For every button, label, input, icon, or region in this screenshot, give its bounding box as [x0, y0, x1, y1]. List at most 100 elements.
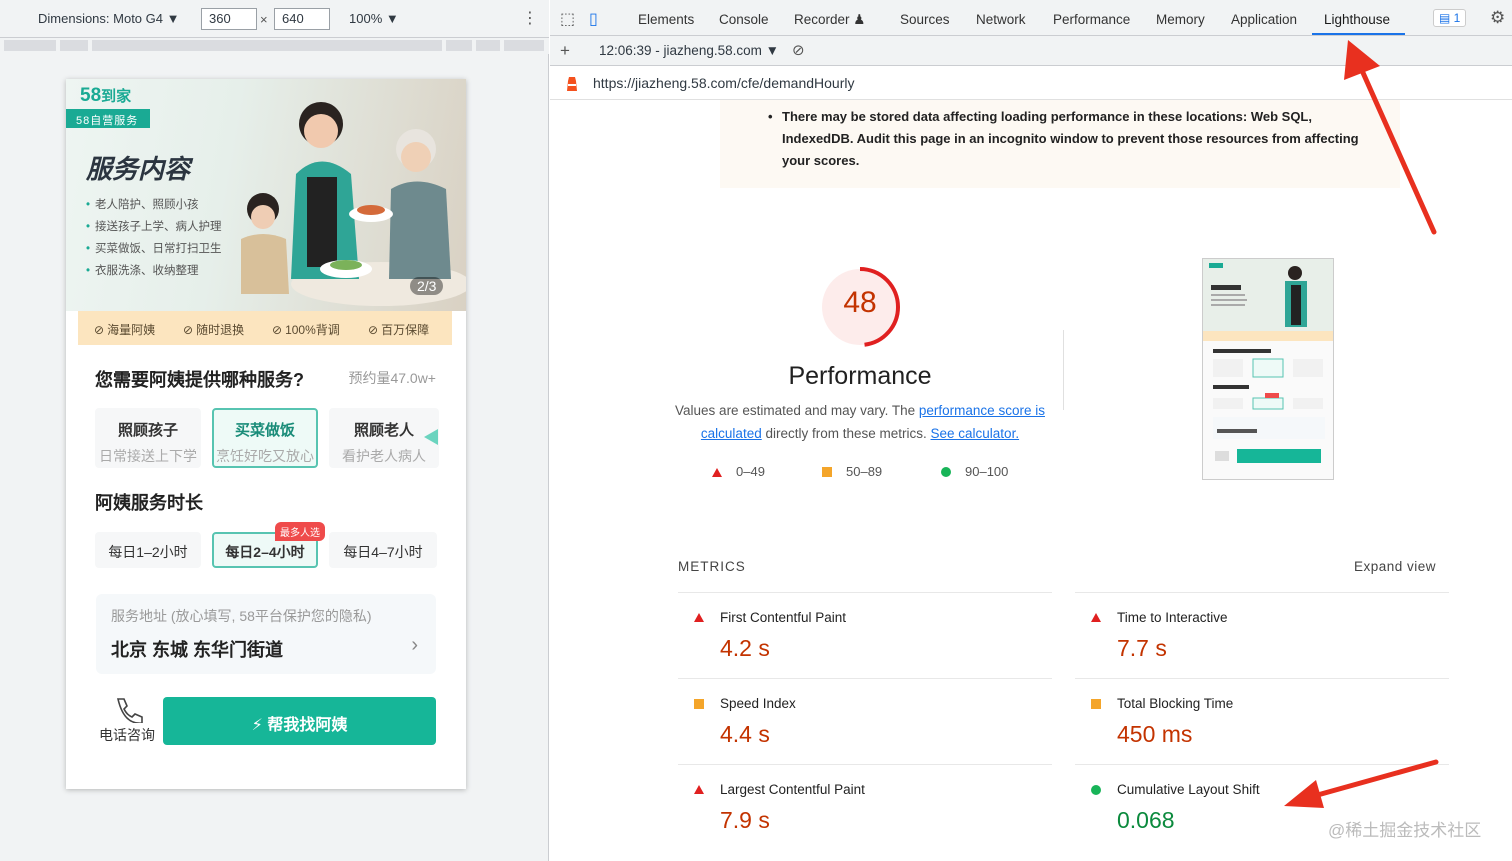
hero-title: 服务内容 — [86, 155, 191, 185]
device-height-input[interactable]: 640 — [274, 8, 330, 30]
metric-value: 0.068 — [1117, 807, 1175, 833]
see-calculator-link[interactable]: See calculator. — [931, 426, 1020, 441]
device-pane: Dimensions: Moto G4 ▼ 360 × 640 100% ▼ ⋮… — [0, 0, 549, 861]
chat-icon: ▤ — [1439, 11, 1454, 25]
guarantee-item: 随时退换 — [183, 321, 244, 338]
storage-warning: There may be stored data affecting loadi… — [720, 100, 1400, 188]
pass-circle-icon — [1091, 785, 1101, 795]
tab-recorder[interactable]: Recorder ♟ — [794, 12, 865, 28]
metric-label: Time to Interactive — [1117, 610, 1228, 625]
report-select[interactable]: 12:06:39 - jiazheng.58.com ▼ — [599, 43, 779, 58]
watermark-text: @稀土掘金技术社区 — [1328, 821, 1482, 840]
issues-count: 1 — [1453, 11, 1461, 25]
duration-option[interactable]: 每日1–2小时 — [95, 532, 201, 568]
phone-consult-label: 电话咨询 — [99, 727, 155, 743]
fail-triangle-icon — [694, 785, 704, 794]
media-query-ruler[interactable] — [0, 38, 549, 54]
duration-option[interactable]: 每日4–7小时 — [329, 532, 437, 568]
metric-label: Cumulative Layout Shift — [1117, 782, 1260, 797]
clear-reports-icon[interactable]: ⊘ — [792, 41, 805, 59]
legend-fail: 0–49 — [712, 464, 765, 479]
metric-label: Speed Index — [720, 696, 796, 711]
find-helper-label: 帮我找阿姨 — [267, 717, 348, 734]
device-toolbar: Dimensions: Moto G4 ▼ 360 × 640 100% ▼ ⋮ — [0, 0, 549, 38]
new-report-icon[interactable]: + — [560, 41, 570, 61]
metrics-heading: METRICS — [678, 559, 746, 574]
service-title: 买菜做饭 — [234, 422, 295, 439]
guarantee-item: 海量阿姨 — [94, 321, 155, 338]
hero-banner[interactable]: 58到家 58自营服务 服务内容 老人陪护、照顾小孩 接送孩子上学、病人护理 买… — [66, 79, 466, 311]
inspect-element-icon[interactable]: ⬚ — [560, 9, 575, 29]
address-field[interactable]: 服务地址 (放心填写, 58平台保护您的隐私) 北京 东城 东华门街道 › — [96, 594, 436, 674]
devtools-tabbar: ⬚ ▯ Elements Console Recorder ♟ Sources … — [550, 0, 1512, 36]
brand-tag: 58自营服务 — [66, 109, 150, 128]
pass-circle-icon — [941, 467, 951, 477]
service-sub: 看护老人病人 — [342, 448, 426, 464]
address-value: 北京 东城 东华门街道 — [111, 640, 284, 660]
service-sub: 烹饪好吃又放心 — [216, 448, 314, 464]
zoom-select[interactable]: 100% ▼ — [349, 11, 399, 26]
guarantee-item: 百万保障 — [368, 321, 429, 338]
legend-average: 50–89 — [822, 464, 882, 479]
hero-bullet: 买菜做饭、日常打扫卫生 — [86, 238, 222, 260]
guarantee-item: 100%背调 — [272, 321, 340, 338]
phone-icon — [116, 698, 143, 723]
metric-lcp: Largest Contentful Paint 7.9 s — [678, 764, 1052, 851]
tab-lighthouse[interactable]: Lighthouse — [1324, 12, 1390, 27]
tab-performance[interactable]: Performance — [1053, 12, 1130, 27]
metric-speed-index: Speed Index 4.4 s — [678, 678, 1052, 765]
expand-view-toggle[interactable]: Expand view — [1354, 559, 1436, 574]
more-options-icon[interactable]: ⋮ — [522, 8, 538, 28]
tab-elements[interactable]: Elements — [638, 12, 694, 27]
service-option-child[interactable]: 照顾孩子 日常接送上下学 — [95, 408, 201, 468]
page-screenshot-image — [1203, 259, 1333, 463]
metric-value: 7.9 s — [720, 807, 770, 833]
active-tab-underline — [1312, 33, 1405, 35]
lightning-icon: ⚡ — [251, 717, 268, 734]
hero-bullet: 接送孩子上学、病人护理 — [86, 216, 222, 238]
tab-application[interactable]: Application — [1231, 12, 1297, 27]
legend-pass: 90–100 — [941, 464, 1008, 479]
fail-triangle-icon — [712, 468, 722, 477]
most-popular-badge: 最多人选 — [275, 522, 325, 541]
phone-viewport: 58到家 58自营服务 服务内容 老人陪护、照顾小孩 接送孩子上学、病人护理 买… — [66, 79, 466, 789]
device-toggle-icon[interactable]: ▯ — [589, 9, 598, 29]
tab-console[interactable]: Console — [719, 12, 769, 27]
metric-value: 450 ms — [1117, 721, 1193, 747]
gear-icon[interactable]: ⚙ — [1490, 8, 1505, 28]
metric-value: 4.2 s — [720, 635, 770, 661]
tab-network[interactable]: Network — [976, 12, 1026, 27]
performance-score: 48 — [843, 286, 877, 319]
device-width-input[interactable]: 360 — [201, 8, 257, 30]
service-question: 您需要阿姨提供哪种服务? — [95, 370, 304, 390]
annotation-arrow-cls — [1284, 759, 1439, 808]
average-square-icon — [1091, 699, 1101, 709]
hero-bullet: 衣服洗涤、收纳整理 — [86, 260, 222, 282]
average-square-icon — [822, 467, 832, 477]
performance-description: Values are estimated and may vary. The p… — [675, 403, 1045, 441]
metric-value: 4.4 s — [720, 721, 770, 747]
tab-sources[interactable]: Sources — [900, 12, 950, 27]
issues-badge[interactable]: ▤ 1 — [1433, 9, 1467, 27]
annotation-arrow-lighthouse — [1344, 40, 1437, 235]
address-hint: 服务地址 (放心填写, 58平台保护您的隐私) — [111, 608, 372, 624]
performance-title: Performance — [788, 362, 932, 390]
guarantee-strip: 海量阿姨 随时退换 100%背调 百万保障 — [78, 311, 452, 345]
device-dimensions-select[interactable]: Dimensions: Moto G4 ▼ — [38, 11, 179, 26]
service-estimate: 预约量47.0w+ — [348, 370, 436, 386]
fail-triangle-icon — [694, 613, 704, 622]
find-helper-button[interactable]: ⚡ 帮我找阿姨 — [163, 697, 436, 745]
screenshot-thumbnail[interactable] — [1202, 258, 1334, 480]
times-sign: × — [260, 12, 268, 27]
divider — [1063, 330, 1064, 410]
average-square-icon — [694, 699, 704, 709]
fail-triangle-icon — [1091, 613, 1101, 622]
phone-consult-button[interactable]: 电话咨询 — [94, 697, 160, 745]
metric-tti: Time to Interactive 7.7 s — [1075, 592, 1449, 679]
duration-title: 阿姨服务时长 — [95, 493, 203, 513]
service-title: 照顾孩子 — [117, 422, 178, 439]
hero-bullets: 老人陪护、照顾小孩 接送孩子上学、病人护理 买菜做饭、日常打扫卫生 衣服洗涤、收… — [86, 194, 222, 282]
report-url[interactable]: https://jiazheng.58.com/cfe/demandHourly — [593, 75, 854, 91]
tab-memory[interactable]: Memory — [1156, 12, 1205, 27]
service-option-cooking[interactable]: 买菜做饭 烹饪好吃又放心 — [212, 408, 318, 468]
